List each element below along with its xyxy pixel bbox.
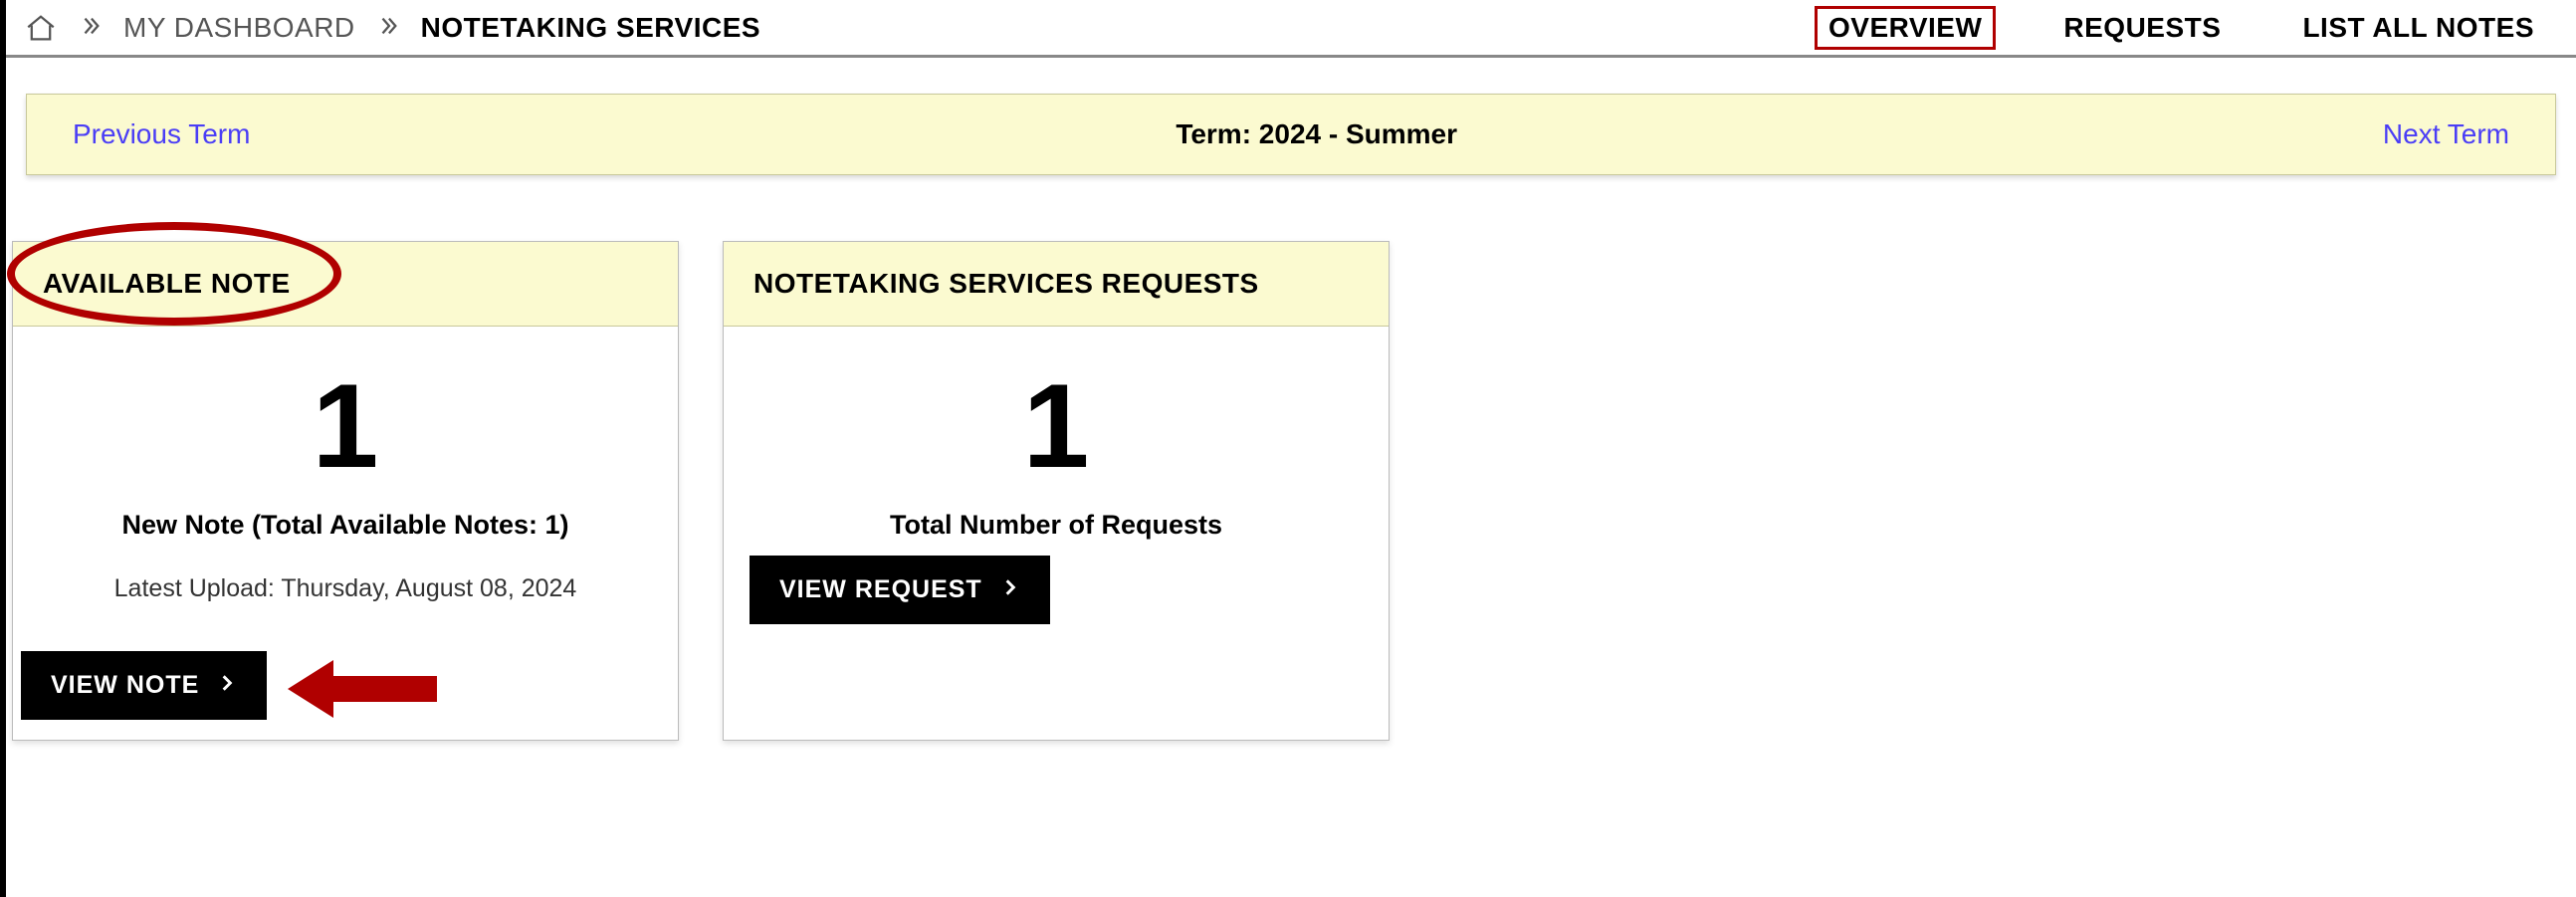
chevron-right-icon xyxy=(1000,575,1020,604)
cards-row: AVAILABLE NOTE 1 New Note (Total Availab… xyxy=(6,195,2576,761)
view-note-button[interactable]: VIEW NOTE xyxy=(21,651,267,720)
tab-requests[interactable]: REQUESTS xyxy=(2049,6,2235,50)
term-label: Term: 2024 - Summer xyxy=(1176,118,1457,150)
chevron-icon xyxy=(377,12,399,44)
breadcrumb: MY DASHBOARD NOTETAKING SERVICES xyxy=(24,11,760,45)
available-note-sub: Latest Upload: Thursday, August 08, 2024 xyxy=(37,574,654,603)
view-request-button-label: VIEW REQUEST xyxy=(779,575,982,604)
top-tabs: OVERVIEW REQUESTS LIST ALL NOTES xyxy=(1815,6,2548,50)
available-note-label: New Note (Total Available Notes: 1) xyxy=(37,510,654,541)
next-term-link[interactable]: Next Term xyxy=(2383,118,2509,150)
breadcrumb-current: NOTETAKING SERVICES xyxy=(421,12,760,44)
chevron-right-icon xyxy=(217,671,237,700)
requests-card: NOTETAKING SERVICES REQUESTS 1 Total Num… xyxy=(723,241,1390,741)
tab-list-all-notes[interactable]: LIST ALL NOTES xyxy=(2288,6,2548,50)
view-note-button-label: VIEW NOTE xyxy=(51,671,199,700)
chevron-icon xyxy=(80,12,102,44)
requests-label: Total Number of Requests xyxy=(748,510,1365,541)
top-bar: MY DASHBOARD NOTETAKING SERVICES OVERVIE… xyxy=(6,0,2576,58)
requests-count: 1 xyxy=(748,360,1365,492)
requests-card-title: NOTETAKING SERVICES REQUESTS xyxy=(724,242,1389,327)
requests-card-body: 1 Total Number of Requests xyxy=(724,327,1389,740)
tab-overview[interactable]: OVERVIEW xyxy=(1815,6,1996,50)
term-banner: Previous Term Term: 2024 - Summer Next T… xyxy=(26,94,2556,175)
available-note-title: AVAILABLE NOTE xyxy=(13,242,678,327)
available-note-card: AVAILABLE NOTE 1 New Note (Total Availab… xyxy=(12,241,679,741)
term-banner-container: Previous Term Term: 2024 - Summer Next T… xyxy=(6,58,2576,195)
view-request-button[interactable]: VIEW REQUEST xyxy=(750,556,1050,624)
breadcrumb-dashboard[interactable]: MY DASHBOARD xyxy=(123,12,355,44)
previous-term-link[interactable]: Previous Term xyxy=(73,118,250,150)
home-icon[interactable] xyxy=(24,11,58,45)
available-note-count: 1 xyxy=(37,360,654,492)
